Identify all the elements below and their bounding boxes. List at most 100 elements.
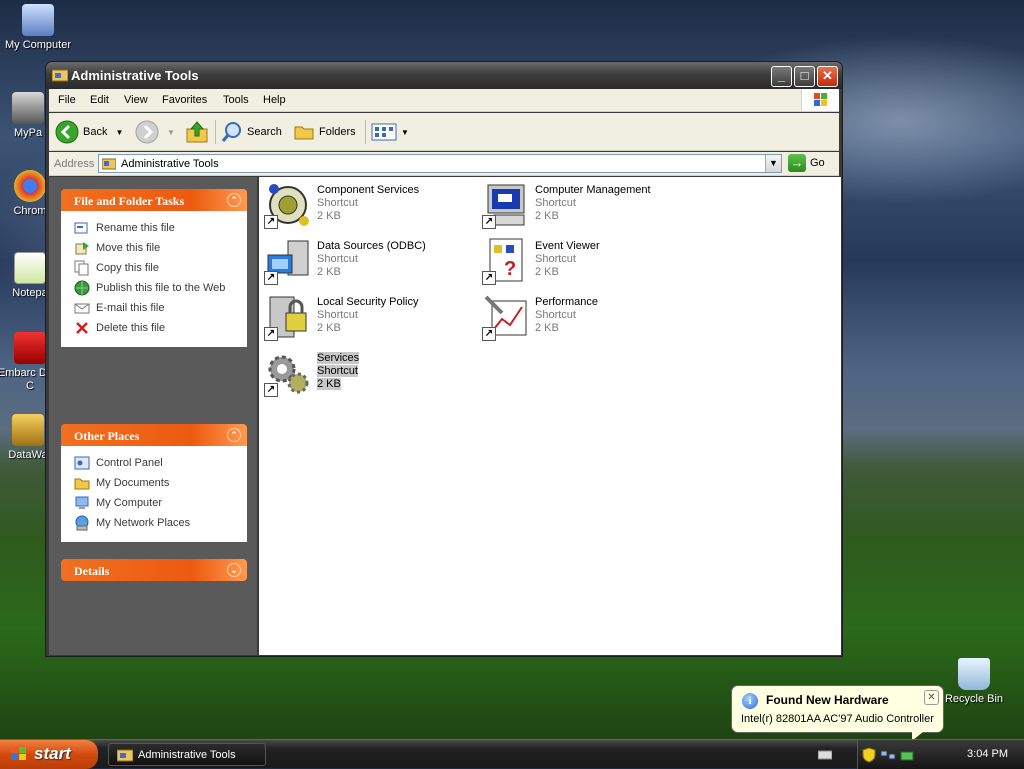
file-item-services[interactable]: ↗ Services Shortcut 2 KB	[262, 349, 472, 401]
file-item-component-services[interactable]: ↗ Component Services Shortcut 2 KB	[262, 181, 472, 233]
forward-dropdown-icon[interactable]: ▼	[167, 128, 175, 137]
views-dropdown-icon[interactable]: ▼	[401, 128, 409, 137]
desktop-icon-recycle-bin[interactable]: Recycle Bin	[938, 658, 1010, 706]
address-bar: Address Administrative Tools ▼ → Go	[49, 152, 839, 176]
folders-label: Folders	[319, 126, 356, 138]
start-button[interactable]: start	[0, 740, 98, 769]
task-label: E-mail this file	[96, 302, 165, 314]
keyboard-icon[interactable]	[818, 749, 832, 761]
delete-icon	[76, 322, 88, 334]
task-delete[interactable]: Delete this file	[74, 318, 246, 338]
file-type: Shortcut	[535, 309, 576, 321]
admin-tools-icon	[117, 749, 133, 761]
task-label: Publish this file to the Web	[96, 282, 226, 294]
panel-title: Other Places	[74, 429, 140, 443]
network-tray-icon[interactable]	[880, 748, 896, 762]
window-title: Administrative Tools	[71, 68, 199, 83]
menu-help[interactable]: Help	[263, 94, 286, 106]
menu-file[interactable]: File	[58, 94, 76, 106]
details-header[interactable]: Details ⌄	[61, 559, 247, 581]
panel-title: Details	[74, 564, 110, 578]
task-email[interactable]: E-mail this file	[74, 298, 246, 318]
maximize-button[interactable]: □	[794, 66, 815, 87]
file-size: 2 KB	[317, 210, 341, 222]
back-button[interactable]: Back ▼	[55, 119, 123, 145]
file-item-data-sources[interactable]: ↗ Data Sources (ODBC) Shortcut 2 KB	[262, 237, 472, 289]
collapse-icon[interactable]: ⌃	[227, 193, 241, 207]
shortcut-arrow-icon: ↗	[264, 215, 278, 229]
desktop-icon-label: Recycle Bin	[944, 693, 1004, 705]
file-folder-tasks-header[interactable]: File and Folder Tasks ⌃	[61, 189, 247, 211]
back-label: Back	[83, 126, 108, 138]
copy-icon	[74, 260, 89, 276]
file-name: Event Viewer	[535, 240, 600, 252]
menu-edit[interactable]: Edit	[90, 94, 109, 106]
file-item-computer-management[interactable]: ↗ Computer Management Shortcut 2 KB	[480, 181, 690, 233]
close-button[interactable]: ✕	[817, 66, 838, 87]
file-folder-tasks-panel: File and Folder Tasks ⌃ Rename this file…	[61, 189, 247, 347]
address-label: Address	[54, 158, 95, 170]
shortcut-arrow-icon: ↗	[264, 327, 278, 341]
task-publish[interactable]: Publish this file to the Web	[74, 278, 246, 298]
mail-icon	[74, 303, 90, 314]
back-arrow-icon	[55, 120, 79, 144]
other-places-header[interactable]: Other Places ⌃	[61, 424, 247, 446]
file-type: Shortcut	[535, 253, 576, 265]
menu-favorites[interactable]: Favorites	[162, 94, 207, 106]
menu-view[interactable]: View	[124, 94, 148, 106]
views-button[interactable]: ▼	[371, 119, 409, 145]
start-label: start	[34, 744, 71, 763]
title-bar[interactable]: Administrative Tools _ □ ✕	[46, 62, 842, 89]
address-input[interactable]: Administrative Tools ▼	[98, 154, 782, 173]
embarcadero-icon	[14, 332, 46, 364]
task-move[interactable]: Move this file	[74, 238, 246, 258]
forward-button[interactable]: ▼	[135, 119, 175, 145]
place-control-panel[interactable]: Control Panel	[74, 453, 246, 473]
up-folder-button[interactable]	[185, 119, 209, 145]
shortcut-arrow-icon: ↗	[264, 383, 278, 397]
file-name: Performance	[535, 296, 598, 308]
back-dropdown-icon[interactable]: ▼	[115, 128, 123, 137]
security-shield-icon[interactable]	[862, 747, 876, 763]
go-button[interactable]: → Go	[788, 154, 825, 172]
address-value: Administrative Tools	[121, 158, 219, 170]
windows-flag-icon	[11, 747, 26, 760]
other-places-list: Control Panel My Documents My Computer M…	[61, 446, 247, 542]
file-size: 2 KB	[317, 378, 341, 390]
notification-balloon[interactable]: i Found New Hardware Intel(r) 82801AA AC…	[731, 685, 944, 741]
folders-button[interactable]: Folders	[293, 119, 356, 145]
hardware-tray-icon[interactable]	[900, 748, 916, 762]
task-copy[interactable]: Copy this file	[74, 258, 246, 278]
datawa-icon	[12, 414, 44, 446]
file-item-event-viewer[interactable]: ? ↗ Event Viewer Shortcut 2 KB	[480, 237, 690, 289]
task-rename[interactable]: Rename this file	[74, 218, 246, 238]
place-my-network-places[interactable]: My Network Places	[74, 513, 246, 533]
taskbar-button-admin-tools[interactable]: Administrative Tools	[108, 743, 266, 766]
file-type: Shortcut	[317, 365, 358, 377]
info-icon: i	[742, 693, 758, 709]
place-my-computer[interactable]: My Computer	[74, 493, 246, 513]
move-icon	[75, 242, 89, 255]
file-name: Local Security Policy	[317, 296, 419, 308]
clock[interactable]: 3:04 PM	[967, 748, 1008, 760]
desktop-icon-my-computer[interactable]: My Computer	[2, 4, 74, 52]
minimize-button[interactable]: _	[771, 66, 792, 87]
search-button[interactable]: Search	[221, 119, 282, 145]
svg-text:?: ?	[504, 258, 516, 280]
address-dropdown-button[interactable]: ▼	[765, 155, 781, 172]
file-size: 2 KB	[317, 266, 341, 278]
computer-icon	[75, 496, 89, 509]
menu-tools[interactable]: Tools	[223, 94, 249, 106]
task-label: Delete this file	[96, 322, 166, 334]
expand-icon[interactable]: ⌄	[227, 563, 241, 577]
balloon-close-button[interactable]: ✕	[924, 690, 939, 705]
windows-logo-icon	[801, 89, 839, 111]
file-size: 2 KB	[535, 266, 559, 278]
file-type: Shortcut	[535, 197, 576, 209]
collapse-icon[interactable]: ⌃	[227, 428, 241, 442]
file-item-local-security-policy[interactable]: ↗ Local Security Policy Shortcut 2 KB	[262, 293, 472, 345]
place-my-documents[interactable]: My Documents	[74, 473, 246, 493]
taskbar: start Administrative Tools 3:04 PM	[0, 739, 1024, 769]
toolbar-separator	[215, 120, 216, 144]
file-item-performance[interactable]: ↗ Performance Shortcut 2 KB	[480, 293, 690, 345]
